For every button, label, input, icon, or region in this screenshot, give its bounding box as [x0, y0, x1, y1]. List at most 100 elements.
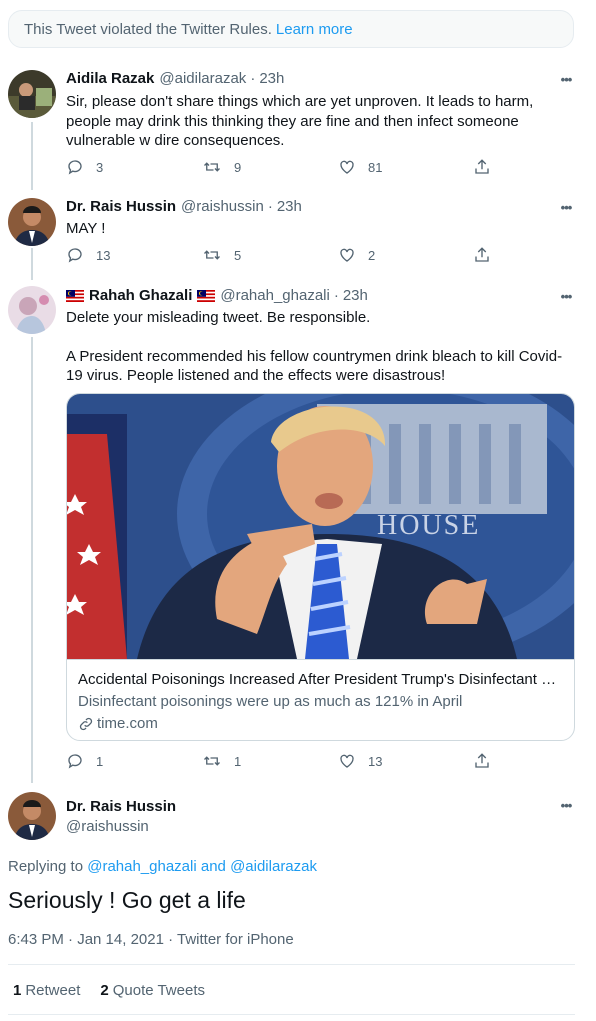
retweet-icon: [204, 756, 220, 766]
tweet-text: Sir, please don't share things which are…: [66, 92, 533, 151]
like-button[interactable]: 2: [338, 246, 375, 264]
card-body: Accidental Poisonings Increased After Pr…: [67, 659, 574, 740]
retweet-button[interactable]: 9: [202, 158, 241, 176]
author-name[interactable]: Dr. Rais Hussin: [66, 198, 176, 215]
quote-tweets-stat[interactable]: 2 Quote Tweets: [100, 982, 205, 999]
tweet-line: A President recommended his fellow count…: [66, 347, 563, 365]
tweet-actions: 13 5 2: [66, 246, 506, 268]
mention-and: and: [200, 858, 226, 875]
violation-banner: This Tweet violated the Twitter Rules. L…: [8, 10, 574, 48]
tweet-actions: 3 9 81: [66, 158, 506, 180]
reply-button[interactable]: 3: [66, 158, 103, 176]
replying-prefix: Replying to: [8, 858, 84, 875]
quotes-count: 2: [100, 982, 109, 999]
author-name[interactable]: Rahah Ghazali: [89, 287, 192, 304]
reply-icon: [68, 248, 82, 263]
retweet-count: 1: [234, 753, 242, 769]
thread-line: [31, 337, 33, 783]
main-tweet-text: Seriously ! Go get a life: [8, 887, 246, 913]
mention-link[interactable]: @aidilarazak: [230, 858, 317, 875]
like-count: 81: [368, 159, 383, 175]
mention-link[interactable]: @rahah_ghazali: [87, 858, 196, 875]
link-card[interactable]: HOUSE Accidental Poisonings Increased Af…: [66, 393, 575, 741]
reply-count: 3: [96, 159, 104, 175]
retweet-icon: [204, 162, 220, 172]
avatar[interactable]: [8, 70, 56, 118]
link-icon: [79, 717, 93, 731]
heart-icon: [340, 160, 354, 174]
reply-button[interactable]: 1: [66, 752, 103, 770]
retweet-button[interactable]: 5: [202, 246, 241, 264]
reply-icon: [68, 754, 82, 769]
tweet-header: Rahah Ghazali @rahah_ghazali · 23h: [66, 287, 368, 304]
quotes-label: Quote Tweets: [112, 982, 205, 999]
tweet-line: Delete your misleading tweet. Be respons…: [66, 309, 371, 326]
avatar[interactable]: [8, 792, 56, 840]
tweet-time[interactable]: 23h: [277, 198, 302, 215]
reply-count: 1: [96, 753, 104, 769]
tweet-line: people may drink this thinking they are …: [66, 112, 519, 130]
retweet-icon: [204, 250, 220, 260]
like-button[interactable]: 81: [338, 158, 382, 176]
tweet-stats: 1 Retweet 2 Quote Tweets: [13, 982, 225, 999]
divider: [8, 1014, 575, 1015]
retweets-count: 1: [13, 982, 22, 999]
share-button[interactable]: [473, 752, 503, 770]
share-button[interactable]: [473, 158, 503, 176]
tweet-line: vulnerable w dire consequences.: [66, 132, 285, 149]
violation-text: This Tweet violated the Twitter Rules.: [24, 20, 272, 38]
malaysia-flag-icon: [197, 289, 216, 302]
card-domain-text: time.com: [97, 715, 158, 732]
more-icon[interactable]: •••: [556, 798, 576, 813]
tweet-text: Delete your misleading tweet. Be respons…: [66, 308, 562, 386]
thread-line: [31, 248, 33, 280]
tweet-line: 19 virus. People listened and the effect…: [66, 367, 446, 384]
divider: [8, 964, 575, 965]
author-handle[interactable]: @raishussin: [66, 818, 149, 835]
retweet-button[interactable]: 1: [202, 752, 241, 770]
tweet-line: Sir, please don't share things which are…: [66, 93, 534, 110]
retweets-label: Retweet: [25, 982, 81, 999]
like-button[interactable]: 13: [338, 752, 382, 770]
share-icon: [475, 753, 489, 768]
card-title: Accidental Poisonings Increased After Pr…: [78, 671, 563, 688]
malaysia-flag-icon: [66, 289, 84, 302]
learn-more-link[interactable]: Learn more: [276, 21, 353, 38]
reply-button[interactable]: 13: [66, 246, 110, 264]
thread-line: [31, 122, 33, 190]
more-icon[interactable]: •••: [556, 72, 576, 87]
author-handle[interactable]: @raishussin: [181, 198, 264, 215]
tweet-header: Dr. Rais Hussin @raishussin · 23h: [66, 198, 302, 215]
heart-icon: [340, 248, 354, 262]
tweet-actions: 1 1 13: [66, 752, 506, 774]
share-icon: [475, 159, 489, 174]
retweets-stat[interactable]: 1 Retweet: [13, 982, 80, 999]
avatar[interactable]: [8, 286, 56, 334]
author-handle[interactable]: @aidilarazak: [159, 70, 246, 87]
avatar[interactable]: [8, 198, 56, 246]
author-name[interactable]: Dr. Rais Hussin: [66, 798, 176, 815]
share-icon: [475, 247, 489, 262]
heart-icon: [340, 754, 354, 768]
tweet-text: MAY !: [66, 219, 105, 239]
reply-count: 13: [96, 247, 111, 263]
tweet-time[interactable]: 23h: [259, 70, 284, 87]
more-icon[interactable]: •••: [556, 200, 576, 215]
retweet-count: 5: [234, 247, 242, 263]
author-handle[interactable]: @rahah_ghazali: [220, 287, 329, 304]
like-count: 2: [368, 247, 376, 263]
card-domain: time.com: [78, 714, 563, 734]
card-image: HOUSE: [67, 394, 574, 659]
tweet-line: MAY !: [66, 220, 106, 237]
card-description: Disinfectant poisonings were up as much …: [78, 693, 463, 710]
retweet-count: 9: [234, 159, 242, 175]
tweet-timestamp[interactable]: 6:43 PM · Jan 14, 2021 · Twitter for iPh…: [8, 931, 294, 948]
more-icon[interactable]: •••: [556, 289, 576, 304]
tweet-time[interactable]: 23h: [343, 287, 368, 304]
reply-icon: [68, 160, 82, 175]
replying-to: Replying to @rahah_ghazali and @aidilara…: [8, 858, 317, 875]
author-name[interactable]: Aidila Razak: [66, 70, 154, 87]
like-count: 13: [368, 753, 383, 769]
share-button[interactable]: [473, 246, 503, 264]
tweet-header: Aidila Razak @aidilarazak · 23h: [66, 70, 285, 87]
